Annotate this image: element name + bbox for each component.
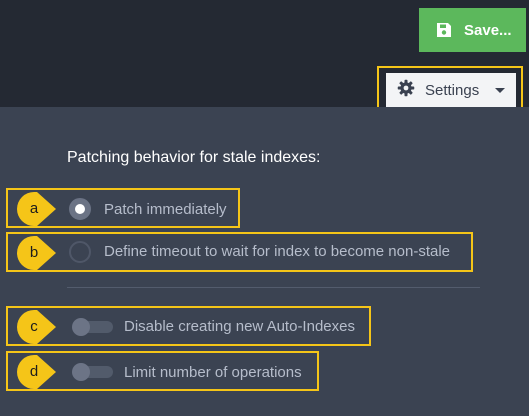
toggle-disable-auto-indexes[interactable] xyxy=(72,318,113,336)
settings-dropdown-button[interactable]: Settings xyxy=(386,73,516,107)
floppy-disk-icon xyxy=(436,22,452,38)
toggle-knob xyxy=(72,363,90,381)
toggle-knob xyxy=(72,318,90,336)
save-button-label: Save... xyxy=(464,21,512,39)
gear-icon xyxy=(397,79,415,101)
save-button[interactable]: Save... xyxy=(419,8,526,52)
option-label-patch-immediately[interactable]: Patch immediately xyxy=(104,201,227,218)
badge-b: b xyxy=(17,236,57,270)
toggle-limit-operations[interactable] xyxy=(72,363,113,381)
section-divider xyxy=(67,287,480,288)
patching-heading: Patching behavior for stale indexes: xyxy=(67,149,321,166)
toggle-label-disable-auto-indexes[interactable]: Disable creating new Auto-Indexes xyxy=(124,318,355,335)
settings-button-label: Settings xyxy=(425,81,480,99)
radio-define-timeout[interactable] xyxy=(69,241,91,263)
radio-patch-immediately[interactable] xyxy=(69,198,91,220)
toggle-label-limit-operations[interactable]: Limit number of operations xyxy=(124,364,302,381)
badge-d: d xyxy=(17,355,57,389)
option-label-define-timeout[interactable]: Define timeout to wait for index to beco… xyxy=(104,243,450,260)
caret-down-icon xyxy=(495,87,506,93)
badge-c: c xyxy=(17,310,57,344)
badge-a: a xyxy=(17,192,57,226)
